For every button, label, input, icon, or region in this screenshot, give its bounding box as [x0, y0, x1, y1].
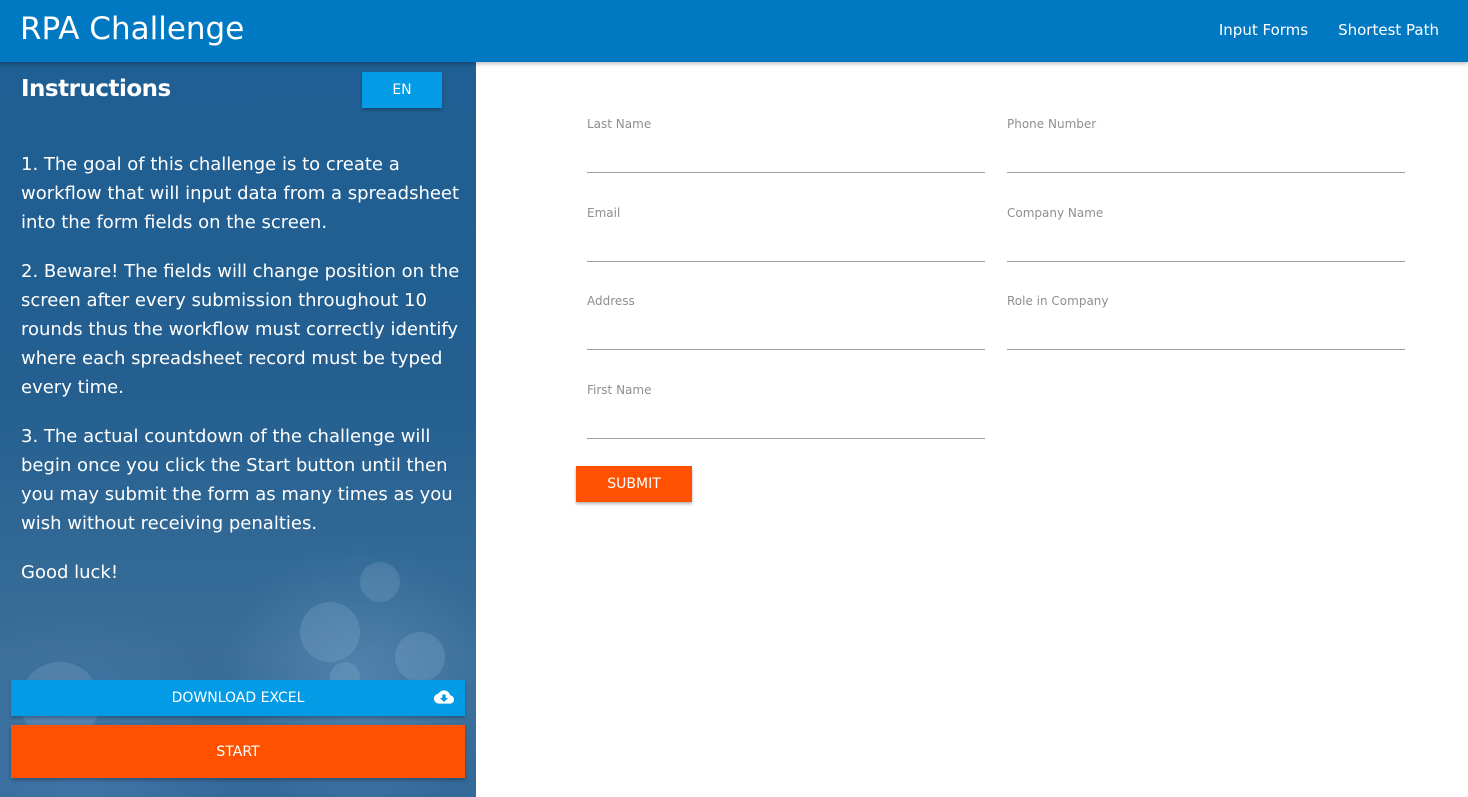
instruction-paragraph-2: 2. Beware! The fields will change positi…	[21, 261, 460, 398]
bokeh-decoration	[300, 602, 360, 662]
role-in-company-label: Role in Company	[1007, 294, 1109, 308]
nav-link-input-forms[interactable]: Input Forms	[1219, 21, 1308, 39]
email-label: Email	[587, 206, 621, 220]
instructions-text: 1. The goal of this challenge is to crea…	[21, 150, 461, 607]
download-excel-label: DOWNLOAD EXCEL	[171, 690, 305, 706]
top-navbar: RPA Challenge Input Forms Shortest Path	[0, 0, 1468, 62]
submit-button[interactable]: SUBMIT	[576, 466, 692, 502]
language-button[interactable]: EN	[362, 72, 442, 108]
instruction-paragraph-3: 3. The actual countdown of the challenge…	[21, 426, 453, 534]
input-form: Last Name Phone Number Email Company Nam…	[476, 62, 1468, 797]
instruction-paragraph-1: 1. The goal of this challenge is to crea…	[21, 154, 460, 233]
phone-number-input[interactable]	[1007, 139, 1405, 173]
cloud-download-icon	[434, 690, 454, 704]
field-company-name: Company Name	[1007, 206, 1405, 281]
start-button[interactable]: START	[11, 725, 465, 778]
last-name-input[interactable]	[587, 139, 985, 173]
company-name-label: Company Name	[1007, 206, 1104, 220]
download-excel-button[interactable]: DOWNLOAD EXCEL	[11, 680, 465, 716]
field-address: Address	[587, 294, 985, 369]
address-input[interactable]	[587, 316, 985, 350]
field-email: Email	[587, 206, 985, 281]
nav-links: Input Forms Shortest Path	[1219, 21, 1439, 39]
address-label: Address	[587, 294, 635, 308]
first-name-label: First Name	[587, 383, 652, 397]
field-first-name: First Name	[587, 383, 985, 458]
first-name-input[interactable]	[587, 405, 985, 439]
field-phone-number: Phone Number	[1007, 117, 1405, 192]
nav-link-shortest-path[interactable]: Shortest Path	[1338, 21, 1439, 39]
instructions-title: Instructions	[21, 76, 171, 102]
last-name-label: Last Name	[587, 117, 652, 131]
instructions-sidebar: Instructions EN 1. The goal of this chal…	[0, 62, 476, 797]
bokeh-decoration	[395, 632, 445, 682]
field-last-name: Last Name	[587, 117, 985, 192]
phone-number-label: Phone Number	[1007, 117, 1097, 131]
field-role-in-company: Role in Company	[1007, 294, 1405, 369]
instruction-good-luck: Good luck!	[21, 562, 119, 583]
brand-title[interactable]: RPA Challenge	[20, 11, 244, 47]
role-in-company-input[interactable]	[1007, 316, 1405, 350]
company-name-input[interactable]	[1007, 228, 1405, 262]
email-input[interactable]	[587, 228, 985, 262]
